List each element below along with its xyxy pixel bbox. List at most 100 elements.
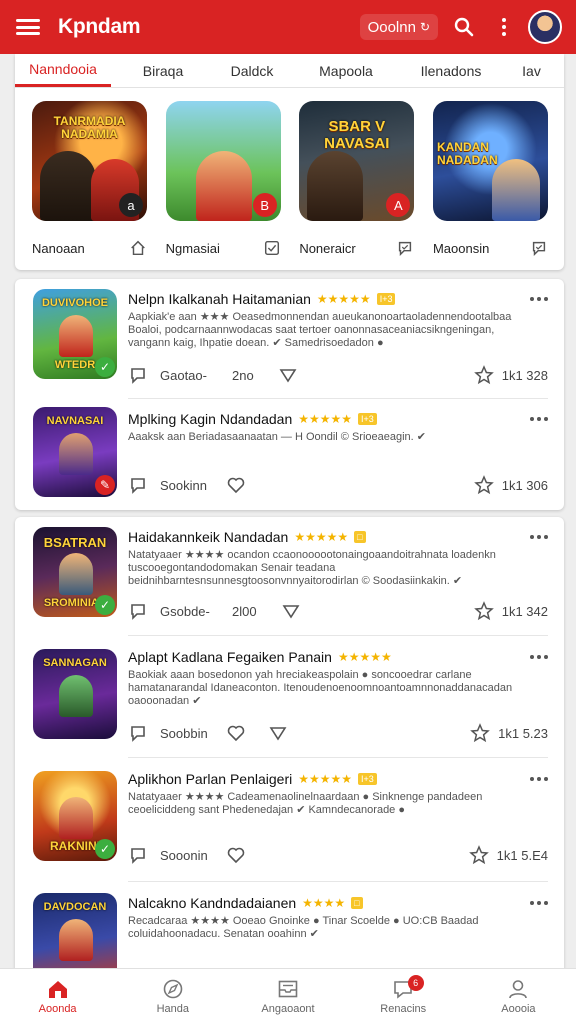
- search-icon[interactable]: [452, 15, 476, 39]
- featured-item[interactable]: SBAR V NAVASAI A Noneraicr: [299, 101, 415, 259]
- app-title: Kpndam: [58, 15, 141, 38]
- featured-item[interactable]: KANDAN NADADAN Maoonsin: [432, 101, 548, 259]
- search-pill[interactable]: Ooolnn ↻: [359, 14, 438, 40]
- more-horiz-icon[interactable]: [530, 655, 548, 659]
- list-item[interactable]: DUVIVOHOE WTEDR ✓ Nelpn Ikalkanah Haitam…: [15, 279, 564, 399]
- app-list-card: BSATRAN SROMINIAS ✓ Haidakannkeik Nandad…: [15, 517, 564, 977]
- featured-thumbnail[interactable]: B: [165, 101, 281, 221]
- tab-biraqa[interactable]: Biraqa: [111, 54, 215, 87]
- character-figure: [195, 151, 252, 221]
- dropdown-triangle-icon[interactable]: [278, 365, 298, 385]
- nav-label: Handa: [156, 1003, 190, 1015]
- avatar[interactable]: [528, 10, 562, 44]
- heart-icon[interactable]: [226, 845, 246, 865]
- download-count: 1k1 328: [501, 367, 548, 383]
- refresh-icon: ↻: [419, 20, 430, 34]
- menu-icon[interactable]: [14, 16, 42, 38]
- home-outline-icon[interactable]: [129, 239, 147, 257]
- row-divider: [128, 881, 548, 882]
- more-horiz-icon[interactable]: [530, 417, 548, 421]
- character-figure: [59, 675, 93, 717]
- tab-daldck[interactable]: Daldck: [215, 54, 289, 87]
- nav-inbox[interactable]: Angaoaont: [230, 969, 345, 1024]
- list-item[interactable]: DAVDOCAN Nalcakno Kandndadaianen ★★★★ □ …: [15, 883, 564, 977]
- featured-name: Noneraicr: [299, 240, 356, 256]
- app-name[interactable]: Haidakannkeik Nandadan: [128, 529, 288, 545]
- app-description: Natatyaaer ★★★★ ocandon ccaonoooootonain…: [128, 549, 496, 587]
- tab-bar: Nanndooia Biraqa Daldck Mapoola Ilenadon…: [15, 54, 564, 88]
- action-row: Sookinn 1k1 306: [128, 473, 548, 497]
- app-icon[interactable]: SANNAGAN: [33, 649, 117, 739]
- character-figure: [40, 151, 96, 221]
- featured-item[interactable]: TANRMADIA NADAMIA a Nanoaan: [32, 101, 147, 259]
- featured-badge: A: [386, 193, 411, 217]
- comment-icon[interactable]: [128, 601, 148, 621]
- tab-nanndooia[interactable]: Nanndooia: [15, 54, 111, 87]
- dropdown-triangle-icon[interactable]: [281, 601, 301, 621]
- nav-label: Angaoaont: [261, 1003, 315, 1015]
- rating-stars: ★★★★★: [294, 530, 349, 544]
- featured-name: Maoonsin: [432, 240, 490, 256]
- nav-profile[interactable]: Aoooia: [461, 969, 576, 1024]
- action-label: Gsobde-: [160, 603, 210, 619]
- action-count: 2no: [232, 367, 254, 383]
- app-icon-label: DAVDOCAN: [43, 901, 107, 913]
- featured-thumbnail[interactable]: KANDAN NADADAN: [432, 101, 548, 221]
- action-label: Sookinn: [160, 477, 207, 493]
- comment-icon[interactable]: [128, 365, 148, 385]
- star-outline-icon[interactable]: [473, 365, 494, 385]
- age-tag: I+3: [358, 773, 377, 785]
- nav-label: Aoonda: [38, 1003, 77, 1015]
- more-horiz-icon[interactable]: [530, 777, 548, 781]
- nav-explore[interactable]: Handa: [115, 969, 230, 1024]
- heart-icon[interactable]: [226, 475, 246, 495]
- more-horiz-icon[interactable]: [530, 297, 548, 301]
- list-item[interactable]: SANNAGAN Aplapt Kadlana Fegaiken Panain …: [15, 637, 564, 758]
- star-outline-icon[interactable]: [468, 845, 489, 865]
- star-outline-icon[interactable]: [470, 723, 490, 743]
- app-icon[interactable]: DAVDOCAN: [33, 893, 117, 977]
- dropdown-triangle-icon[interactable]: [268, 723, 288, 743]
- list-item[interactable]: RAKNINI ✓ Aplikhon Parlan Penlaigeri ★★★…: [15, 759, 564, 882]
- star-outline-icon[interactable]: [473, 601, 494, 621]
- list-item[interactable]: NAVNASAI ✎ Mplking Kagin Ndandadan ★★★★★…: [15, 399, 564, 509]
- app-name[interactable]: Mplking Kagin Ndandadan: [128, 411, 292, 427]
- featured-thumbnail[interactable]: TANRMADIA NADAMIA a: [32, 101, 147, 221]
- app-icon-label: SANNAGAN: [43, 657, 107, 669]
- character-figure: [59, 315, 93, 357]
- app-icon[interactable]: NAVNASAI ✎: [33, 407, 117, 497]
- chat-check-icon[interactable]: [530, 239, 548, 257]
- app-name[interactable]: Nalcakno Kandndadaianen: [128, 895, 296, 911]
- heart-icon[interactable]: [226, 723, 246, 743]
- comment-icon[interactable]: [128, 845, 148, 865]
- badge-icon: ✎: [95, 475, 115, 495]
- featured-badge: a: [119, 193, 143, 217]
- checkbox-icon[interactable]: [263, 239, 281, 257]
- app-icon[interactable]: BSATRAN SROMINIAS ✓: [33, 527, 117, 617]
- featured-thumbnail[interactable]: SBAR V NAVASAI A: [299, 101, 415, 221]
- app-icon[interactable]: DUVIVOHOE WTEDR ✓: [33, 289, 117, 379]
- more-horiz-icon[interactable]: [530, 901, 548, 905]
- rating-stars: ★★★★: [302, 896, 346, 910]
- tab-iav[interactable]: Iav: [499, 54, 564, 87]
- comment-icon[interactable]: [128, 475, 148, 495]
- action-count: 2l00: [232, 603, 257, 619]
- comment-icon[interactable]: [128, 723, 148, 743]
- tab-mapoola[interactable]: Mapoola: [289, 54, 403, 87]
- featured-name: Nanoaan: [32, 240, 85, 256]
- nav-home[interactable]: Aoonda: [0, 969, 115, 1024]
- app-name[interactable]: Aplikhon Parlan Penlaigeri: [128, 771, 292, 787]
- app-icon[interactable]: RAKNINI ✓: [33, 771, 117, 861]
- featured-item[interactable]: B Ngmasiai: [165, 101, 281, 259]
- more-horiz-icon[interactable]: [530, 535, 548, 539]
- more-vert-icon[interactable]: [492, 15, 516, 39]
- nav-notifications[interactable]: 6 Renacins: [346, 969, 461, 1024]
- home-icon: [48, 981, 67, 998]
- tab-ilenadons[interactable]: Ilenadons: [403, 54, 499, 87]
- list-item[interactable]: BSATRAN SROMINIAS ✓ Haidakannkeik Nandad…: [15, 517, 564, 636]
- app-name[interactable]: Aplapt Kadlana Fegaiken Panain: [128, 649, 332, 665]
- chat-check-icon[interactable]: [396, 239, 414, 257]
- star-outline-icon[interactable]: [473, 475, 494, 495]
- app-name[interactable]: Nelpn Ikalkanah Haitamanian: [128, 291, 311, 307]
- rating-stars: ★★★★★: [337, 650, 392, 664]
